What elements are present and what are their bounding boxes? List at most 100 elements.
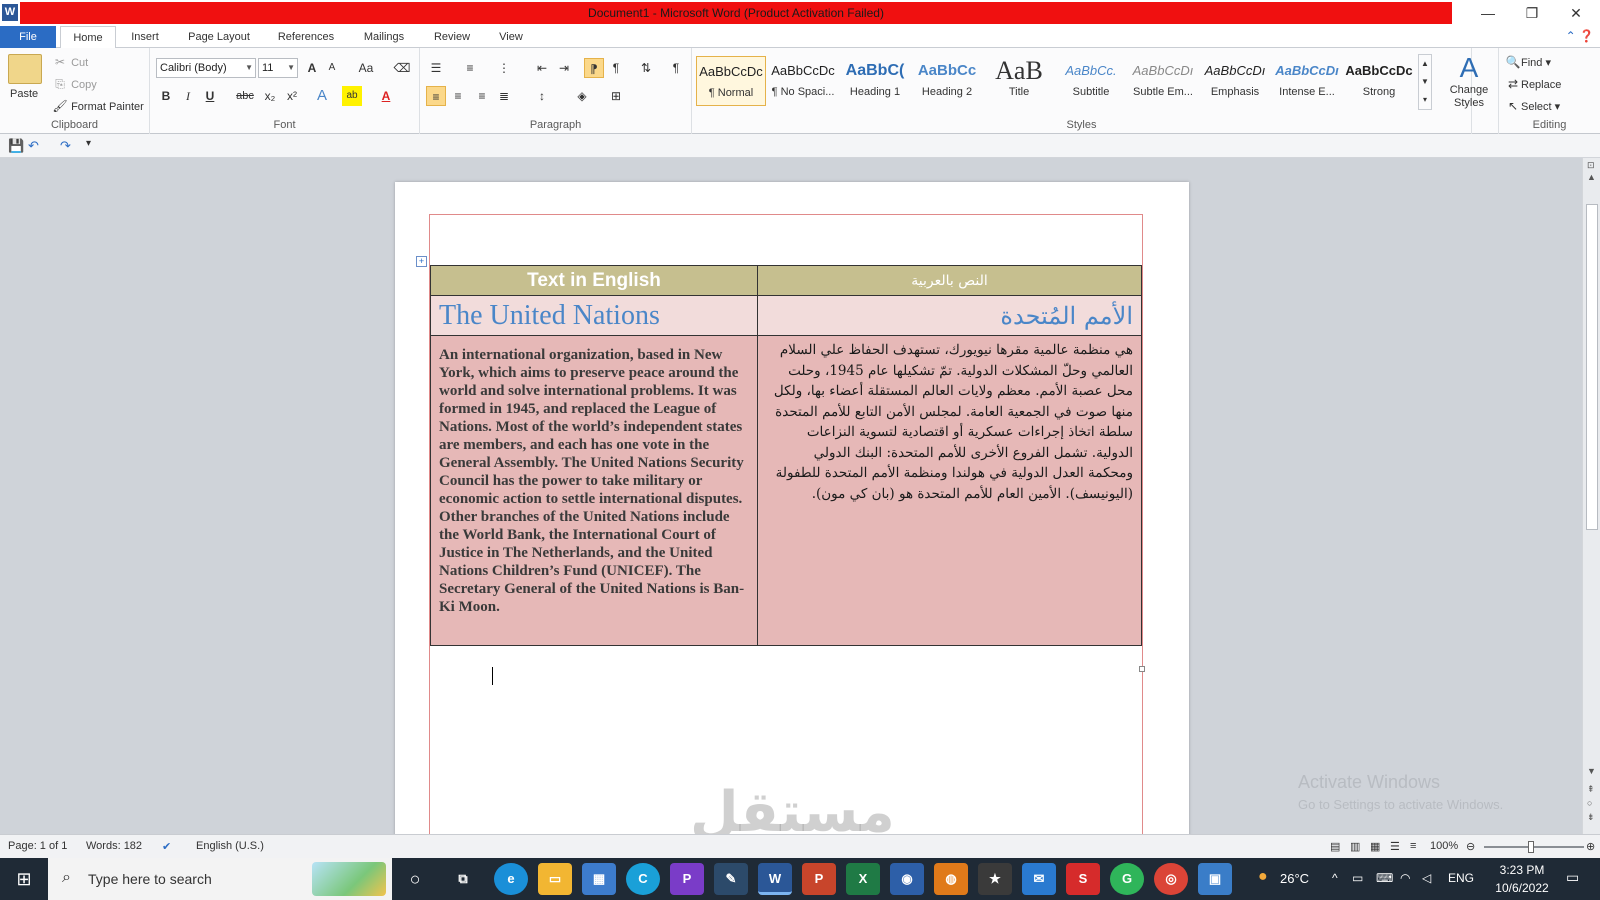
store-icon[interactable]: ▦: [582, 863, 616, 895]
body-arabic[interactable]: هي منظمة عالمية مقرها نيويورك، تستهدف ال…: [757, 335, 1142, 646]
grow-font-button[interactable]: A: [302, 58, 322, 78]
word-app-icon[interactable]: W: [2, 4, 18, 21]
zoom-out-icon[interactable]: ⊖: [1466, 840, 1475, 853]
paste-button[interactable]: Paste: [10, 88, 38, 100]
style-intense-emphasis[interactable]: AaBbCcDı Intense E...: [1272, 56, 1342, 106]
p-app-icon[interactable]: P: [670, 863, 704, 895]
wifi-icon[interactable]: ◠: [1400, 871, 1410, 885]
tab-page-layout[interactable]: Page Layout: [178, 26, 260, 48]
body-english[interactable]: An international organization, based in …: [429, 335, 759, 646]
web-layout-icon[interactable]: ▦: [1370, 840, 1380, 853]
zoom-level[interactable]: 100%: [1430, 840, 1458, 852]
tab-review[interactable]: Review: [424, 26, 480, 48]
shading-icon[interactable]: ◈: [572, 86, 592, 106]
zoom-slider-thumb[interactable]: [1528, 841, 1534, 853]
cut-button[interactable]: Cut: [71, 57, 88, 69]
undo-icon[interactable]: ↶: [28, 138, 39, 154]
draft-icon[interactable]: ≡: [1410, 840, 1416, 852]
subscript-button[interactable]: x₂: [260, 86, 280, 106]
sort-icon[interactable]: ⇅: [636, 58, 656, 78]
font-color-button[interactable]: A: [376, 86, 396, 106]
scroll-down-icon[interactable]: ▼: [1587, 766, 1596, 776]
tab-home[interactable]: Home: [60, 26, 116, 49]
minimize-button[interactable]: —: [1466, 2, 1510, 24]
mail-icon[interactable]: ✉: [1022, 863, 1056, 895]
clear-formatting-icon[interactable]: ⌫: [392, 58, 412, 78]
right-to-left-icon[interactable]: ¶: [606, 58, 626, 78]
styles-scroll-icon[interactable]: ▲ ▼ ▾: [1418, 54, 1432, 110]
zoom-in-icon[interactable]: ⊕: [1586, 840, 1595, 853]
superscript-button[interactable]: x²: [282, 86, 302, 106]
close-button[interactable]: ✕: [1554, 2, 1598, 24]
underline-button[interactable]: U: [200, 86, 220, 106]
se-app-icon[interactable]: S: [1066, 863, 1100, 895]
table-resize-handle[interactable]: [1139, 666, 1145, 672]
style-subtle-emphasis[interactable]: AaBbCcDı Subtle Em...: [1128, 56, 1198, 106]
proofing-icon[interactable]: ✔: [162, 840, 171, 853]
borders-icon[interactable]: ⊞: [606, 86, 626, 106]
page[interactable]: + Text in English النص بالعربية The Unit…: [395, 182, 1189, 834]
temperature[interactable]: 26°C: [1280, 871, 1309, 886]
scroll-thumb[interactable]: [1586, 204, 1598, 530]
left-to-right-icon[interactable]: ⁋: [584, 58, 604, 78]
bilingual-table[interactable]: Text in English النص بالعربية The United…: [429, 265, 1142, 646]
windows-start-icon[interactable]: ⊞: [0, 858, 48, 900]
misc-app-icon[interactable]: ◉: [890, 863, 924, 895]
title-arabic[interactable]: الأمم المُتحدة: [757, 295, 1142, 336]
task-view-icon[interactable]: ⧉: [446, 863, 480, 895]
style-title[interactable]: AaB Title: [984, 56, 1054, 106]
redo-icon[interactable]: ↷: [60, 138, 71, 154]
browse-object-icon[interactable]: ○: [1587, 798, 1592, 808]
word-count[interactable]: Words: 182: [86, 840, 142, 852]
word-taskbar-icon[interactable]: W: [758, 863, 792, 895]
style-no-spacing[interactable]: AaBbCcDc ¶ No Spaci...: [768, 56, 838, 106]
page-count[interactable]: Page: 1 of 1: [8, 840, 67, 852]
blender-icon[interactable]: ◍: [934, 863, 968, 895]
style-strong[interactable]: AaBbCcDc Strong: [1344, 56, 1414, 106]
next-page-icon[interactable]: ⇟: [1587, 812, 1595, 823]
change-styles-button[interactable]: A Change Styles: [1444, 52, 1494, 110]
ime-icon[interactable]: ⌨: [1376, 871, 1393, 885]
style-heading-1[interactable]: AaBbC(Heading 1: [840, 56, 910, 106]
tab-insert[interactable]: Insert: [120, 26, 170, 48]
desktop-app-icon[interactable]: ▣: [1198, 863, 1232, 895]
bullets-icon[interactable]: ☰: [426, 58, 446, 78]
ruler-toggle-icon[interactable]: ⊡: [1587, 160, 1595, 171]
language-indicator[interactable]: English (U.S.): [196, 840, 264, 852]
tab-mailings[interactable]: Mailings: [352, 26, 416, 48]
outline-icon[interactable]: ☰: [1390, 840, 1400, 853]
file-explorer-icon[interactable]: ▭: [538, 863, 572, 895]
format-painter-button[interactable]: Format Painter: [71, 101, 144, 113]
restore-button[interactable]: ❐: [1510, 2, 1554, 24]
customize-qat-icon[interactable]: ▾: [86, 138, 91, 149]
change-case-button[interactable]: Aa: [352, 58, 380, 78]
find-button[interactable]: Find: [1521, 57, 1542, 69]
meet-icon[interactable]: ▭: [1352, 871, 1363, 885]
powerpoint-icon[interactable]: P: [802, 863, 836, 895]
select-button[interactable]: Select: [1521, 101, 1552, 113]
font-size-select[interactable]: 11 ▼: [258, 58, 298, 78]
grammarly-icon[interactable]: G: [1110, 863, 1144, 895]
volume-icon[interactable]: ◁: [1422, 871, 1431, 885]
multilevel-list-icon[interactable]: ⋮: [494, 58, 514, 78]
vertical-scrollbar[interactable]: ⊡ ▲ ▼ ⇞ ○ ⇟: [1582, 158, 1600, 834]
taskbar-search[interactable]: ⌕ Type here to search: [48, 858, 392, 900]
shrink-font-button[interactable]: A: [322, 58, 342, 78]
align-right-icon[interactable]: ≡: [472, 86, 492, 106]
edge-icon[interactable]: e: [494, 863, 528, 895]
highlight-icon[interactable]: ab: [342, 86, 362, 106]
print-layout-icon[interactable]: ▤: [1330, 840, 1340, 853]
header-english[interactable]: Text in English: [429, 265, 759, 296]
table-move-handle-icon[interactable]: +: [416, 256, 427, 267]
numbering-icon[interactable]: ≡: [460, 58, 480, 78]
align-left-icon[interactable]: ≡: [426, 86, 446, 106]
tab-view[interactable]: View: [488, 26, 534, 48]
scroll-up-icon[interactable]: ▲: [1587, 172, 1596, 182]
replace-button[interactable]: Replace: [1521, 79, 1561, 91]
cortana-icon[interactable]: ○: [398, 863, 432, 895]
paste-icon[interactable]: [8, 54, 42, 84]
draw-app-icon[interactable]: ✎: [714, 863, 748, 895]
help-icon[interactable]: ⌃ ❓: [1566, 29, 1594, 43]
tray-overflow-icon[interactable]: ^: [1332, 871, 1338, 885]
align-center-icon[interactable]: ≡: [448, 86, 468, 106]
